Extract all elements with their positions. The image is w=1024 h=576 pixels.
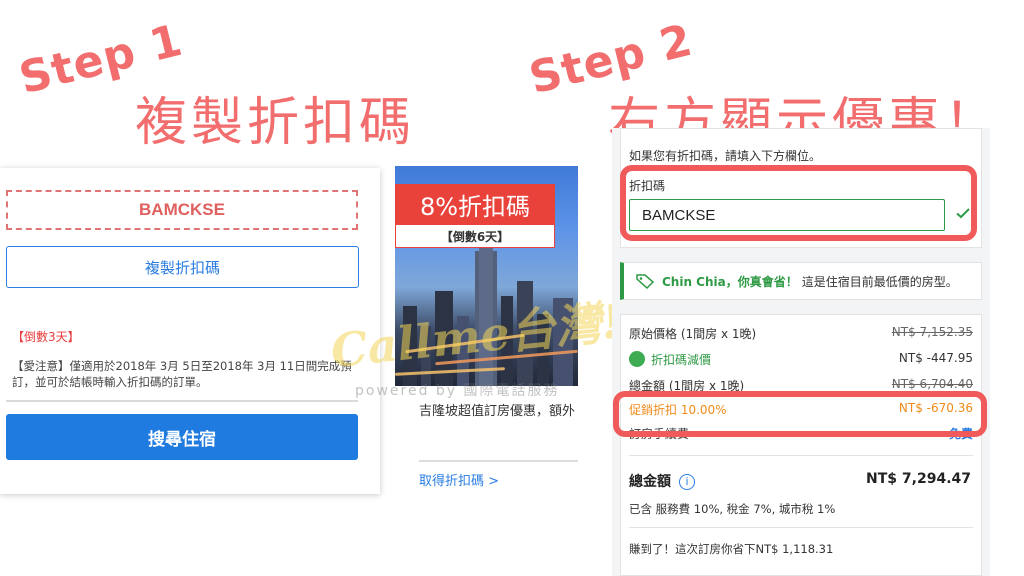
highlight-promo-discount <box>613 391 987 437</box>
total-label: 總金額 i <box>629 471 695 491</box>
tag-icon <box>636 274 654 289</box>
promo-description: 吉隆坡超值訂房優惠，額外 <box>419 404 576 419</box>
coupon-discount-value: NT$ -447.95 <box>898 351 973 365</box>
divider <box>629 455 973 456</box>
highlight-discount-input <box>620 165 977 241</box>
notice-text: 這是住宿目前最低價的房型。 <box>801 274 958 289</box>
watermark-powered-by: powered by 國際電話服務 <box>355 383 560 399</box>
countdown-text: 【倒數3天】 <box>12 330 80 344</box>
coupon-note: 【愛注意】僅適用於2018年 3月 5日至2018年 3月 11日間完成預訂，並… <box>12 359 352 389</box>
original-price-value: NT$ 7,152.35 <box>891 325 973 339</box>
notice-user-name: Chin Chia，你真會省！ <box>662 274 798 289</box>
copy-code-button[interactable]: 複製折扣碼 <box>6 246 359 288</box>
step-1-title: 複製折扣碼 <box>135 93 416 153</box>
get-code-link[interactable]: 取得折扣碼 > <box>419 470 499 489</box>
coupon-card: BAMCKSE 複製折扣碼 【倒數3天】 【愛注意】僅適用於2018年 3月 5… <box>0 168 380 494</box>
lowest-price-notice: Chin Chia，你真會省！ 這是住宿目前最低價的房型。 <box>620 262 982 300</box>
original-price-label: 原始價格 (1間房 x 1晚) <box>629 327 757 341</box>
coupon-discount-row: 折扣碼減價 NT$ -447.95 <box>629 351 973 368</box>
search-stays-button[interactable]: 搜尋住宿 <box>6 414 358 460</box>
tax-note: 已含 服務費 10%, 稅金 7%, 城市稅 1% <box>629 502 836 516</box>
discount-hint: 如果您有折扣碼，請填入下方欄位。 <box>629 149 822 163</box>
total-value: NT$ 7,294.47 <box>866 471 971 487</box>
original-price-row: 原始價格 (1間房 x 1晚) NT$ 7,152.35 <box>629 325 973 342</box>
divider <box>419 460 578 462</box>
promo-banner: 8%折扣碼 <box>395 184 555 224</box>
coupon-code-box[interactable]: BAMCKSE <box>6 190 358 230</box>
price-breakdown: 原始價格 (1間房 x 1晚) NT$ 7,152.35 折扣碼減價 NT$ -… <box>620 314 982 576</box>
savings-note: 賺到了！這次訂房你省下NT$ 1,118.31 <box>629 542 834 556</box>
total-label-text: 總金額 <box>629 474 671 490</box>
info-icon[interactable]: i <box>679 474 695 490</box>
divider <box>629 527 973 528</box>
promo-countdown: 【倒數6天】 <box>395 224 555 248</box>
divider <box>6 400 358 402</box>
coupon-discount-label: 折扣碼減價 <box>651 353 712 367</box>
coupon-tag-icon <box>629 351 645 367</box>
